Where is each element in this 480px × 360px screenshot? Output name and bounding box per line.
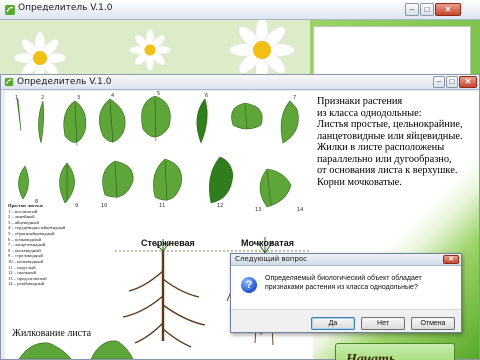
info-text: Признаки растения из класса однодольные:… xyxy=(317,96,463,188)
leaf-number-10: 10 xyxy=(101,203,107,209)
taproot-illustration xyxy=(122,251,206,348)
question-icon: ? xyxy=(241,277,257,293)
close-button[interactable]: ✕ xyxy=(435,3,461,16)
venation-title: Жилкование листа xyxy=(12,328,92,339)
dialog-title: Следующий вопрос xyxy=(235,255,308,263)
dialog-titlebar[interactable]: Следующий вопрос ✕ xyxy=(231,254,461,266)
leaf-legend: Простые листья: 1 – игольчатый 2 – линей… xyxy=(8,203,80,287)
dialog-message: Определяемый биологический объект облада… xyxy=(265,275,422,291)
start-button-label: Начать xyxy=(346,352,396,360)
leaf-number-7: 7 xyxy=(293,95,296,101)
minimize-button[interactable]: – xyxy=(433,76,445,88)
maximize-button[interactable]: □ xyxy=(420,3,434,16)
leaf-number-13: 13 xyxy=(255,207,261,213)
yes-button[interactable]: Да xyxy=(311,317,355,330)
daisy-flowers-image xyxy=(0,20,310,80)
leaf-13-oblong xyxy=(209,156,234,204)
leaf-number-2: 2 xyxy=(41,95,44,101)
leaf-number-5: 5 xyxy=(157,91,160,97)
fibrous-root-label: Мочковатая xyxy=(241,238,294,248)
leaf-number-12: 12 xyxy=(217,203,223,209)
back-window-titlebar[interactable]: Определитель V.1.0 – □ ✕ xyxy=(0,0,480,20)
cancel-button[interactable]: Отмена xyxy=(411,317,455,330)
leaf-3-ovate xyxy=(63,100,87,143)
leaf-number-6: 6 xyxy=(205,93,208,99)
taproot-label: Стержневая xyxy=(141,238,195,248)
leaf-number-11: 11 xyxy=(159,203,165,209)
front-window-title: Определитель V.1.0 xyxy=(17,77,112,87)
legend-item: 14 – ромбовидный xyxy=(8,281,45,287)
next-question-dialog: Следующий вопрос ✕ ? Определяемый биолог… xyxy=(230,253,462,333)
dialog-close-button[interactable]: ✕ xyxy=(443,255,459,264)
start-button[interactable]: Начать xyxy=(335,343,455,360)
leaf-8-spear xyxy=(280,100,299,144)
maximize-button[interactable]: □ xyxy=(446,76,458,88)
venation-leaves xyxy=(18,340,134,359)
leaf-9-sagittate xyxy=(18,165,29,200)
leaf-11-round xyxy=(102,160,134,198)
close-button[interactable]: ✕ xyxy=(459,76,477,88)
dialog-body: ? Определяемый биологический объект обла… xyxy=(231,266,461,310)
leaf-number-3: 3 xyxy=(77,95,80,101)
leaf-6-lanceolate xyxy=(196,98,208,144)
leaf-1-needle xyxy=(16,98,22,132)
leaf-12-oval xyxy=(153,158,182,201)
app-icon xyxy=(4,77,14,87)
leaf-14-rhombic xyxy=(259,168,292,208)
app-icon xyxy=(5,5,15,15)
leaf-number-4: 4 xyxy=(111,93,114,99)
leaf-number-1: 1 xyxy=(15,95,18,101)
back-window-title: Определитель V.1.0 xyxy=(18,3,113,13)
no-button[interactable]: Нет xyxy=(361,317,405,330)
leaf-number-14: 14 xyxy=(297,207,303,213)
front-window-titlebar[interactable]: Определитель V.1.0 – □ ✕ xyxy=(1,75,479,90)
leaf-2-linear xyxy=(38,100,44,144)
minimize-button[interactable]: – xyxy=(405,3,419,16)
